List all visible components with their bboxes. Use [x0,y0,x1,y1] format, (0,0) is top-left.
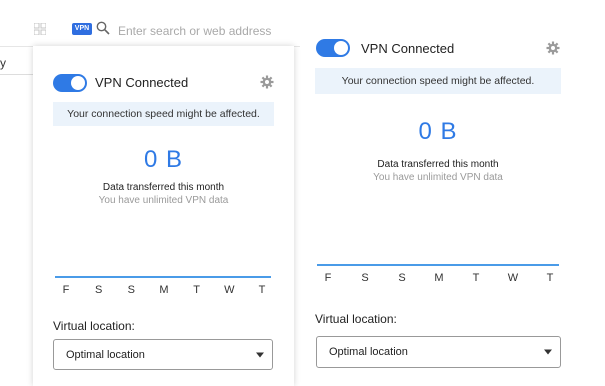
toggle-knob [334,41,348,55]
vpn-popup: VPN Connected Your connection speed migh… [33,46,294,386]
address-bar: VPN [0,0,300,47]
location-value: Optimal location [66,348,145,361]
vpn-status-label: VPN Connected [95,75,189,90]
day-label: F [62,284,70,296]
screen: VPN y VPN Connected Your connection spee… [0,0,605,386]
search-icon [96,21,110,35]
vpn-badge[interactable]: VPN [72,23,92,35]
day-label: T [258,284,266,296]
chevron-down-icon [256,352,264,357]
location-label: Virtual location: [53,319,135,333]
day-label: S [127,284,135,296]
location-label: Virtual location: [315,312,397,326]
search-input[interactable] [116,19,300,43]
toggle-knob [71,76,85,90]
unlimited-text: You have unlimited VPN data [98,195,229,206]
divider [0,74,33,75]
day-label: S [94,284,103,296]
day-label: T [472,272,480,284]
vpn-toggle[interactable] [316,39,350,57]
unlimited-text: You have unlimited VPN data [373,172,503,183]
vpn-toggle[interactable] [53,74,87,92]
day-label: S [398,272,406,284]
day-label: T [546,272,554,284]
day-label: F [324,272,332,284]
day-label: T [193,284,200,296]
day-label: S [361,272,369,284]
speed-notice: Your connection speed might be affected. [53,102,274,126]
day-label: M [434,272,444,284]
day-labels: F S S M T W T [59,284,269,296]
day-label: W [224,284,235,296]
usage-chart-line [317,264,559,266]
location-select[interactable]: Optimal location [53,339,273,370]
gear-icon[interactable] [546,41,560,55]
day-label: W [507,272,519,284]
transferred-label: Data transferred this month [102,182,225,193]
day-label: M [159,284,169,296]
location-select[interactable]: Optimal location [316,336,561,368]
location-value: Optimal location [329,346,408,358]
grid-icon[interactable] [33,22,47,36]
vpn-status-label: VPN Connected [361,41,455,56]
chevron-down-icon [544,349,552,355]
vpn-popup: VPN Connected Your connection speed migh… [303,30,605,386]
usage-chart-line [55,276,271,278]
transferred-value: 0 B [143,146,184,173]
day-labels: F S S M T W T [321,272,557,284]
gear-icon[interactable] [260,75,274,89]
transferred-value: 0 B [418,118,458,145]
transferred-label: Data transferred this month [377,159,499,170]
speed-notice: Your connection speed might be affected. [315,68,561,94]
background-text: y [0,56,6,70]
